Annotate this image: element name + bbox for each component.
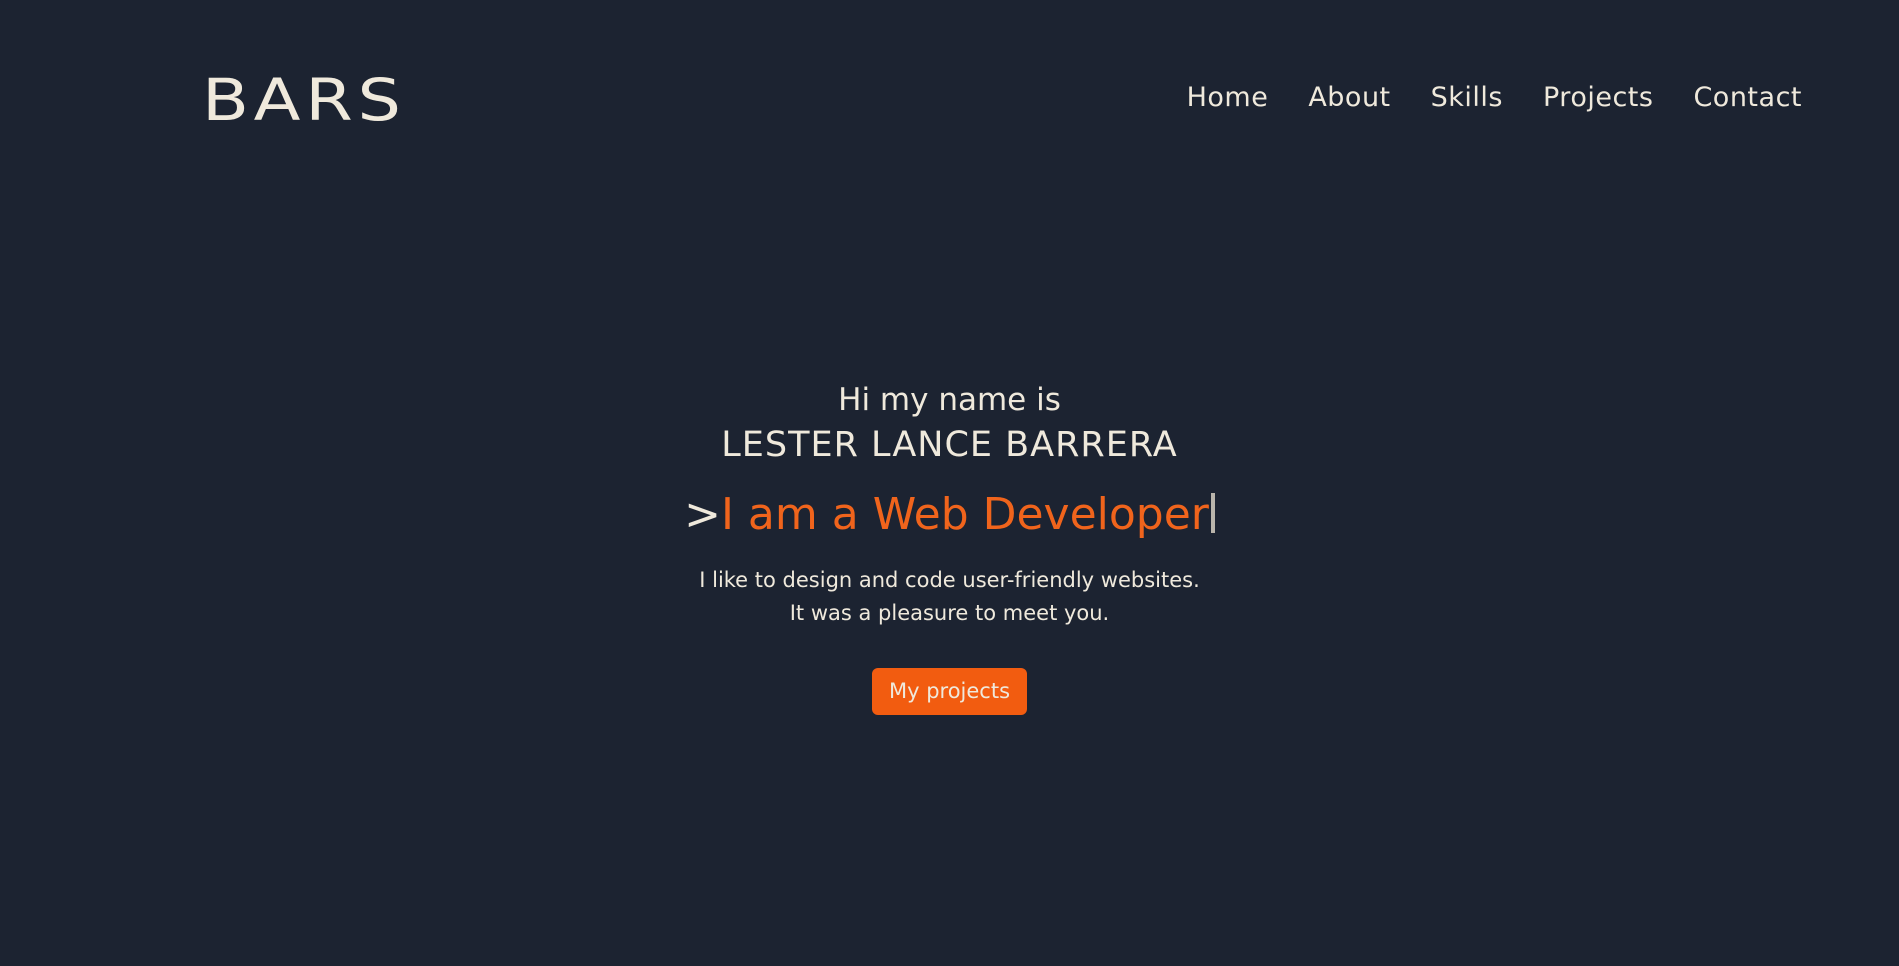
site-header: BARS Home About Skills Projects Contact (0, 0, 1899, 200)
tagline-line-2: It was a pleasure to meet you. (789, 601, 1110, 625)
hero-section: Hi my name is LESTER LANCE BARRERA >I am… (0, 380, 1899, 715)
tagline-line-1: I like to design and code user-friendly … (699, 568, 1200, 592)
hero-tagline: I like to design and code user-friendly … (0, 564, 1899, 630)
my-projects-button[interactable]: My projects (871, 668, 1028, 715)
nav-link-contact[interactable]: Contact (1693, 80, 1802, 116)
nav-link-home[interactable]: Home (1187, 80, 1269, 116)
text-cursor-icon (1210, 493, 1215, 533)
hero-role-line: >I am a Web Developer (0, 488, 1899, 542)
hero-name: LESTER LANCE BARRERA (721, 425, 1178, 465)
main-nav: Home About Skills Projects Contact (1187, 80, 1802, 116)
prompt-symbol: > (684, 489, 721, 540)
site-logo[interactable]: BARS (202, 68, 406, 132)
hero-role-typewriter: I am a Web Developer (720, 489, 1209, 540)
nav-link-skills[interactable]: Skills (1431, 80, 1503, 116)
hero-greeting: Hi my name is (838, 382, 1061, 418)
nav-link-projects[interactable]: Projects (1543, 80, 1653, 116)
nav-link-about[interactable]: About (1308, 80, 1390, 116)
